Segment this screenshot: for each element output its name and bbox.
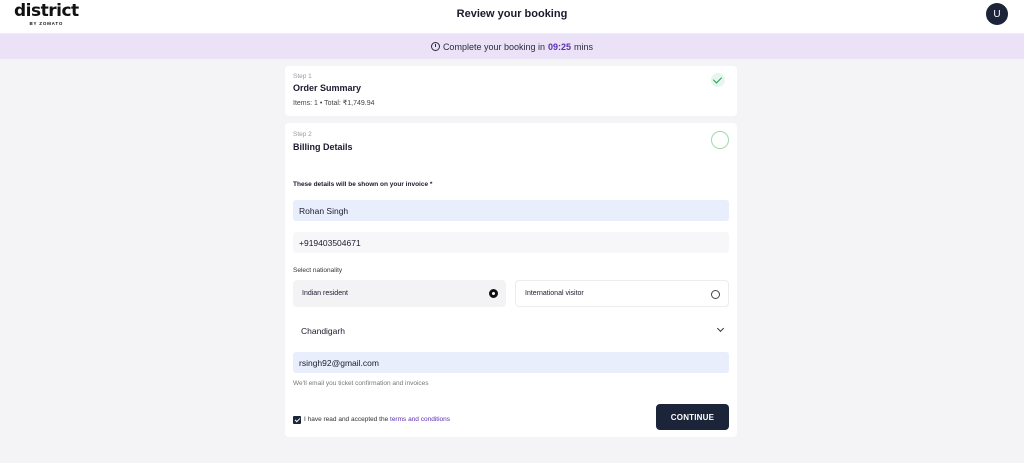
nationality-option-label: International visitor xyxy=(525,290,584,297)
email-input[interactable]: rsingh92@gmail.com xyxy=(293,352,729,373)
terms-checkbox[interactable] xyxy=(293,416,301,424)
page-title: Review your booking xyxy=(456,8,568,20)
name-input[interactable]: Rohan Singh xyxy=(293,200,729,221)
top-bar: district BY ZOMATO Review your booking U xyxy=(0,0,1024,34)
step1-title: Order Summary xyxy=(293,83,362,93)
step1-label: Step 1 xyxy=(293,73,312,80)
step-complete-check-icon xyxy=(711,73,725,87)
timer-countdown: 09:25 xyxy=(548,41,572,52)
step2-title: Billing Details xyxy=(293,142,353,152)
timer-prefix: Complete your booking in xyxy=(442,41,545,52)
timer-suffix: mins xyxy=(574,41,594,52)
booking-timer-banner: Complete your booking in 09:25 mins xyxy=(0,34,1024,59)
state-select[interactable]: Chandigarh xyxy=(293,320,729,341)
nationality-option-label: Indian resident xyxy=(302,290,348,297)
order-summary-text: Items: 1 • Total: ₹1,749.94 xyxy=(293,100,375,107)
radio-unselected-icon[interactable] xyxy=(711,290,720,299)
terms-link[interactable]: terms and conditions xyxy=(390,416,450,423)
radio-selected-icon[interactable] xyxy=(489,289,498,298)
stopwatch-icon xyxy=(430,42,440,51)
terms-text: I have read and accepted the terms and c… xyxy=(304,416,450,423)
invoice-note: These details will be shown on your invo… xyxy=(293,181,433,188)
user-avatar[interactable]: U xyxy=(986,3,1008,25)
billing-details-card: Step 2 Billing Details These details wil… xyxy=(285,123,737,437)
order-summary-card[interactable]: Step 1 Order Summary Items: 1 • Total: ₹… xyxy=(285,66,737,116)
terms-prefix: I have read and accepted the xyxy=(304,416,389,423)
nationality-option-indian-resident[interactable]: Indian resident xyxy=(293,280,506,307)
state-select-value: Chandigarh xyxy=(301,325,345,336)
logo-subtitle: BY ZOMATO xyxy=(29,21,64,26)
nationality-option-international-visitor[interactable]: International visitor xyxy=(515,280,729,307)
step-pending-circle-icon xyxy=(711,131,729,149)
phone-input[interactable]: +919403504671 xyxy=(293,232,729,253)
email-note: We'll email you ticket confirmation and … xyxy=(293,380,429,387)
step2-label: Step 2 xyxy=(293,131,312,138)
nationality-label: Select nationality xyxy=(293,267,343,274)
continue-button[interactable]: CONTINUE xyxy=(656,404,729,430)
chevron-down-icon[interactable] xyxy=(716,324,725,333)
